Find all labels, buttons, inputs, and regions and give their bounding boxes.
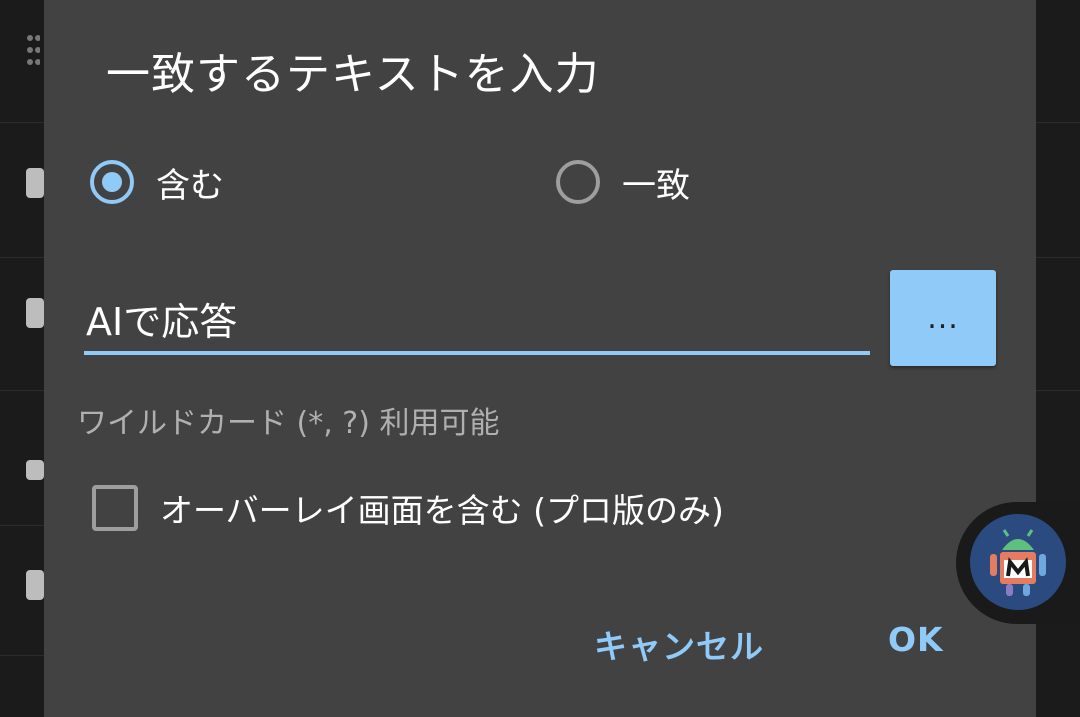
- radio-label-contains: 含む: [156, 165, 224, 206]
- radio-option-exact[interactable]: 一致: [556, 155, 690, 209]
- background-item-icon: [26, 298, 44, 328]
- overlay-checkbox-label: オーバーレイ画面を含む (プロ版のみ): [160, 491, 724, 530]
- radio-option-contains[interactable]: 含む: [90, 155, 224, 209]
- ok-button[interactable]: OK: [888, 620, 944, 659]
- background-item-icon: [26, 460, 44, 480]
- radio-label-exact: 一致: [622, 165, 690, 206]
- match-text-dialog: 一致するテキストを入力 含む 一致 ... ワイルドカード (*, ?) 利用可…: [44, 0, 1036, 717]
- overlay-checkbox[interactable]: [92, 485, 138, 531]
- background-divider: [0, 122, 44, 123]
- dialog-title: 一致するテキストを入力: [106, 49, 600, 100]
- overlay-checkbox-row[interactable]: オーバーレイ画面を含む (プロ版のみ): [92, 484, 724, 532]
- android-robot-icon[interactable]: [970, 514, 1066, 610]
- background-divider: [0, 257, 44, 258]
- background-divider: [1036, 122, 1080, 123]
- radio-button-contains[interactable]: [90, 160, 134, 204]
- background-app-left: [0, 0, 44, 717]
- match-text-input[interactable]: [84, 285, 870, 355]
- background-item-icon: [26, 570, 44, 600]
- background-divider: [0, 390, 44, 391]
- background-divider: [0, 655, 44, 656]
- background-divider: [1036, 390, 1080, 391]
- background-divider: [1036, 257, 1080, 258]
- wildcard-hint: ワイルドカード (*, ?) 利用可能: [77, 406, 500, 441]
- more-options-button[interactable]: ...: [890, 270, 996, 366]
- radio-button-exact[interactable]: [556, 160, 600, 204]
- background-divider: [0, 525, 44, 526]
- cancel-button[interactable]: キャンセル: [594, 620, 764, 668]
- drag-dots-icon: [27, 35, 41, 65]
- background-image-icon: [26, 168, 44, 198]
- match-text-field: [84, 285, 870, 359]
- background-menu-icon: [26, 32, 41, 72]
